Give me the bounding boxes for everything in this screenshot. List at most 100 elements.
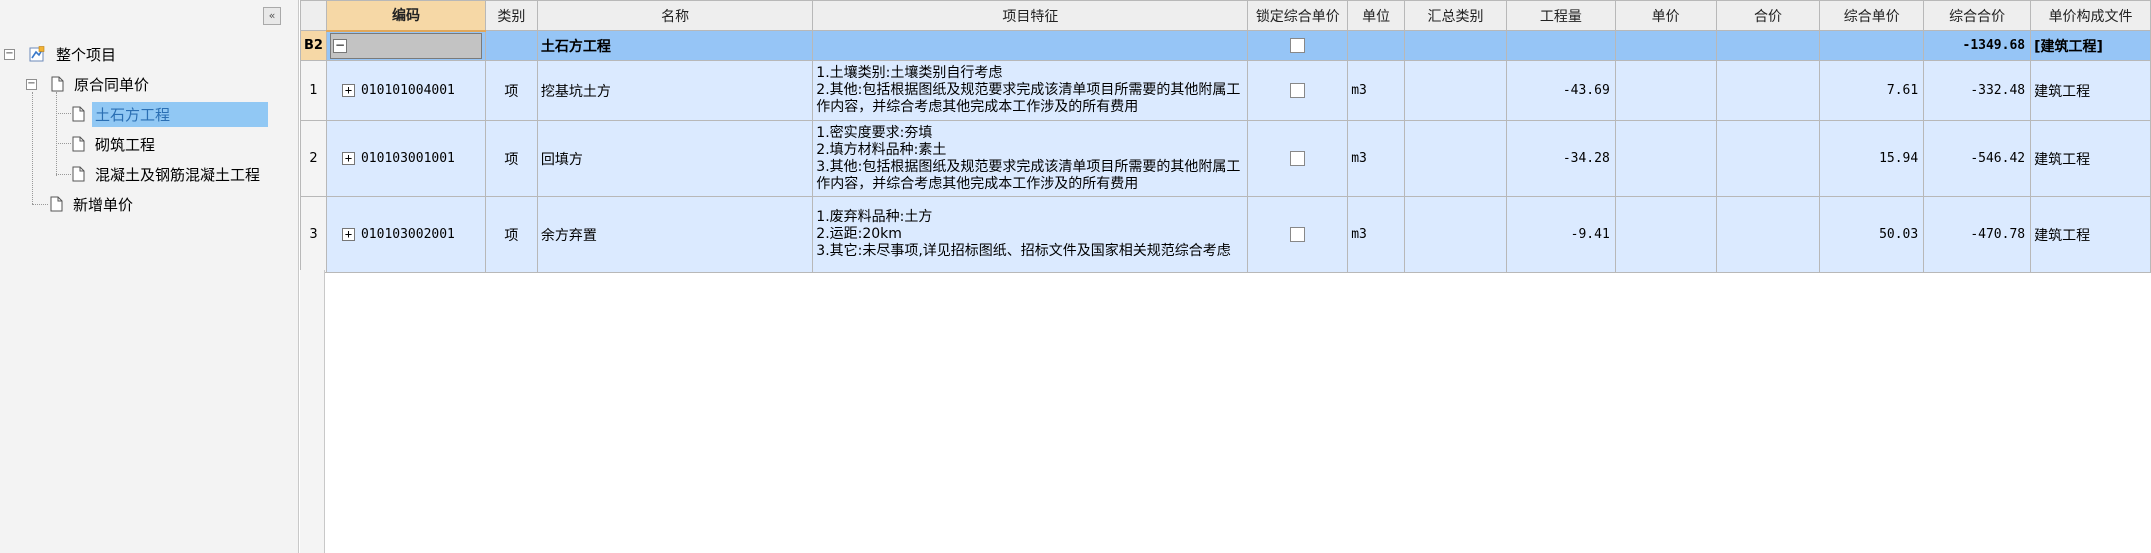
plus-icon[interactable]: + bbox=[341, 84, 355, 97]
tree-node-earthwork[interactable]: 土石方工程 bbox=[72, 101, 268, 127]
total-price-cell[interactable] bbox=[1715, 60, 1821, 121]
lock-cell[interactable] bbox=[1247, 196, 1349, 273]
column-header-lock-price[interactable]: 锁定综合单价 bbox=[1247, 0, 1349, 31]
comp-price-cell[interactable]: 15.94 bbox=[1819, 120, 1925, 197]
tree-node-label: 整个项目 bbox=[56, 45, 117, 64]
column-header-unit[interactable]: 单位 bbox=[1347, 0, 1406, 31]
column-header-unit-price[interactable]: 单价 bbox=[1614, 0, 1717, 31]
group-summary-cell[interactable] bbox=[1404, 30, 1507, 61]
column-header-total-price[interactable]: 合价 bbox=[1715, 0, 1821, 31]
tree-node-label: 土石方工程 bbox=[92, 101, 268, 127]
group-row[interactable]: B2 − 土石方工程 -1349.68 [建筑工程] bbox=[300, 30, 2151, 61]
document-icon bbox=[51, 76, 64, 92]
unit-cell[interactable]: m3 bbox=[1347, 196, 1406, 273]
unit-cell[interactable]: m3 bbox=[1347, 60, 1406, 121]
column-header-quantity[interactable]: 工程量 bbox=[1505, 0, 1616, 31]
minus-icon[interactable]: − bbox=[4, 48, 15, 60]
column-header-features[interactable]: 项目特征 bbox=[812, 0, 1249, 31]
plus-icon[interactable]: + bbox=[341, 228, 355, 241]
file-cell[interactable]: 建筑工程 bbox=[2030, 196, 2151, 273]
unit-price-cell[interactable] bbox=[1614, 60, 1717, 121]
group-category-cell[interactable] bbox=[484, 30, 538, 61]
unit-price-cell[interactable] bbox=[1614, 196, 1717, 273]
column-header-comprehensive-price[interactable]: 综合单价 bbox=[1819, 0, 1925, 31]
row-number[interactable]: 3 bbox=[300, 196, 327, 273]
total-price-cell[interactable] bbox=[1715, 120, 1821, 197]
file-cell[interactable]: 建筑工程 bbox=[2030, 120, 2151, 197]
category-cell[interactable]: 项 bbox=[484, 120, 538, 197]
minus-icon[interactable]: − bbox=[332, 38, 347, 53]
table-row[interactable]: 1 +010101004001 项 挖基坑土方 1.土壤类别:土壤类别自行考虑 … bbox=[300, 60, 2151, 121]
comp-total-cell[interactable]: -546.42 bbox=[1923, 120, 2032, 197]
lock-price-checkbox[interactable] bbox=[1290, 83, 1306, 98]
code-value: 010103001001 bbox=[360, 151, 455, 166]
name-cell[interactable]: 回填方 bbox=[536, 120, 814, 197]
total-price-cell[interactable] bbox=[1715, 196, 1821, 273]
column-header-price-file[interactable]: 单价构成文件 bbox=[2030, 0, 2151, 31]
name-cell[interactable]: 余方弃置 bbox=[536, 196, 814, 273]
row-number[interactable]: B2 bbox=[300, 30, 327, 61]
row-number[interactable]: 1 bbox=[300, 60, 327, 121]
file-cell[interactable]: 建筑工程 bbox=[2030, 60, 2151, 121]
lock-cell[interactable] bbox=[1247, 120, 1349, 197]
document-icon bbox=[50, 196, 63, 212]
column-header-category[interactable]: 类别 bbox=[484, 0, 538, 31]
group-file-cell[interactable]: [建筑工程] bbox=[2030, 30, 2151, 61]
group-lock-cell[interactable] bbox=[1247, 30, 1349, 61]
comp-price-cell[interactable]: 7.61 bbox=[1819, 60, 1925, 121]
quantity-cell[interactable]: -9.41 bbox=[1505, 196, 1616, 273]
category-cell[interactable]: 项 bbox=[484, 60, 538, 121]
summary-cell[interactable] bbox=[1404, 196, 1507, 273]
quantity-cell[interactable]: -43.69 bbox=[1505, 60, 1616, 121]
group-name-cell[interactable]: 土石方工程 bbox=[536, 30, 814, 61]
tree-connector bbox=[56, 92, 57, 176]
comp-total-cell[interactable]: -470.78 bbox=[1923, 196, 2032, 273]
tree-node-new-prices[interactable]: 新增单价 bbox=[50, 192, 136, 216]
group-total-price-cell[interactable] bbox=[1715, 30, 1821, 61]
code-cell[interactable]: +010103001001 bbox=[325, 120, 486, 197]
category-cell[interactable]: 项 bbox=[484, 196, 538, 273]
lock-price-checkbox[interactable] bbox=[1290, 227, 1306, 242]
lock-price-checkbox[interactable] bbox=[1290, 38, 1306, 53]
comp-price-cell[interactable]: 50.03 bbox=[1819, 196, 1925, 273]
group-code-cell[interactable]: − bbox=[325, 30, 486, 61]
corner-cell[interactable] bbox=[300, 0, 327, 31]
column-header-comprehensive-total[interactable]: 综合合价 bbox=[1923, 0, 2032, 31]
minus-icon[interactable]: − bbox=[26, 78, 37, 90]
tree-node-concrete[interactable]: 混凝土及钢筋混凝土工程 bbox=[72, 162, 263, 186]
row-number[interactable]: 2 bbox=[300, 120, 327, 197]
group-features-cell[interactable] bbox=[812, 30, 1249, 61]
plus-icon[interactable]: + bbox=[341, 152, 355, 165]
lock-cell[interactable] bbox=[1247, 60, 1349, 121]
group-comp-price-cell[interactable] bbox=[1819, 30, 1925, 61]
features-cell[interactable]: 1.废弃料品种:土方 2.运距:20km 3.其它:未尽事项,详见招标图纸、招标… bbox=[812, 196, 1249, 273]
column-header-summary-category[interactable]: 汇总类别 bbox=[1404, 0, 1507, 31]
tree-node-masonry[interactable]: 砌筑工程 bbox=[72, 132, 158, 156]
column-header-name[interactable]: 名称 bbox=[536, 0, 814, 31]
tree-node-original-prices[interactable]: − 原合同单价 bbox=[26, 72, 152, 96]
unit-cell[interactable]: m3 bbox=[1347, 120, 1406, 197]
table-row[interactable]: 3 +010103002001 项 余方弃置 1.废弃料品种:土方 2.运距:2… bbox=[300, 196, 2151, 273]
quantity-cell[interactable]: -34.28 bbox=[1505, 120, 1616, 197]
group-quantity-cell[interactable] bbox=[1505, 30, 1616, 61]
features-cell[interactable]: 1.土壤类别:土壤类别自行考虑 2.其他:包括根据图纸及规范要求完成该清单项目所… bbox=[812, 60, 1249, 121]
column-header-code[interactable]: 编码 bbox=[325, 0, 486, 32]
tree-node-root[interactable]: − 整个项目 bbox=[4, 42, 119, 66]
group-unit-cell[interactable] bbox=[1347, 30, 1406, 61]
summary-cell[interactable] bbox=[1404, 60, 1507, 121]
code-cell[interactable]: +010101004001 bbox=[325, 60, 486, 121]
collapse-panel-button[interactable]: « bbox=[263, 7, 281, 25]
table-row[interactable]: 2 +010103001001 项 回填方 1.密实度要求:夯填 2.填方材料品… bbox=[300, 120, 2151, 197]
name-cell[interactable]: 挖基坑土方 bbox=[536, 60, 814, 121]
group-comp-total-cell[interactable]: -1349.68 bbox=[1923, 30, 2032, 61]
features-cell[interactable]: 1.密实度要求:夯填 2.填方材料品种:素土 3.其他:包括根据图纸及规范要求完… bbox=[812, 120, 1249, 197]
unit-price-cell[interactable] bbox=[1614, 120, 1717, 197]
tree-node-label: 砌筑工程 bbox=[95, 135, 156, 154]
group-unit-price-cell[interactable] bbox=[1614, 30, 1717, 61]
code-cell[interactable]: +010103002001 bbox=[325, 196, 486, 273]
collapse-group-button[interactable]: − bbox=[329, 32, 482, 59]
summary-cell[interactable] bbox=[1404, 120, 1507, 197]
lock-price-checkbox[interactable] bbox=[1290, 151, 1306, 166]
comp-total-cell[interactable]: -332.48 bbox=[1923, 60, 2032, 121]
row-gutter bbox=[300, 270, 325, 553]
